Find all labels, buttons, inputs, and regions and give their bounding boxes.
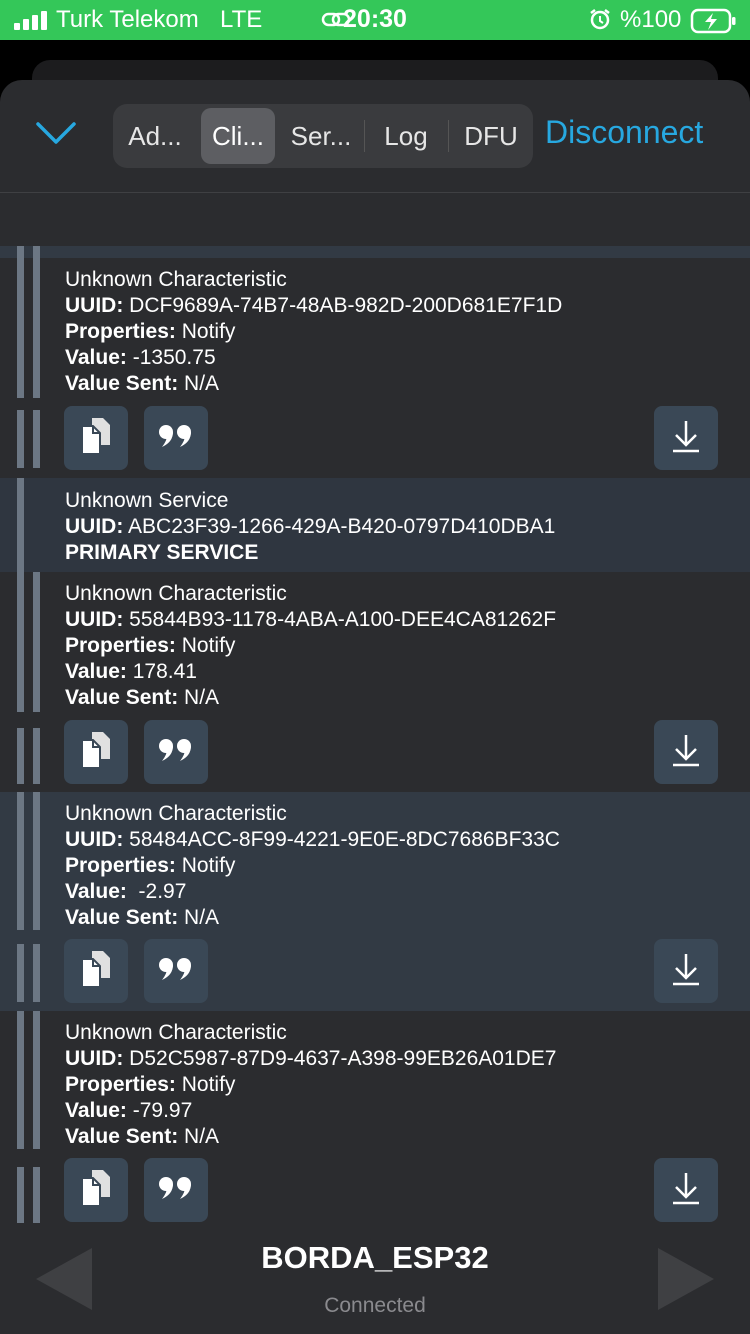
characteristic-item[interactable]: Unknown Characteristic UUID: DCF9689A-74… xyxy=(0,258,750,478)
characteristic-title: Unknown Characteristic xyxy=(65,582,287,605)
indent-bar xyxy=(17,572,24,712)
battery-percent: %100 xyxy=(620,6,682,33)
download-icon xyxy=(671,733,701,772)
uuid-line: UUID: D52C5987-87D9-4637-A398-99EB26A01D… xyxy=(65,1047,557,1070)
characteristic-item[interactable]: Unknown Characteristic UUID: 55844B93-11… xyxy=(0,572,750,792)
value-line: Value: -1350.75 xyxy=(65,346,216,369)
quote-icon xyxy=(158,957,194,986)
characteristic-title: Unknown Characteristic xyxy=(65,268,287,291)
indent-bar xyxy=(17,246,24,258)
indent-bar xyxy=(33,944,40,1002)
copy-button[interactable] xyxy=(64,720,128,784)
indent-bar xyxy=(33,410,40,468)
quote-icon xyxy=(158,738,194,767)
tab-server[interactable]: Ser... xyxy=(279,104,363,168)
tab-log[interactable]: Log xyxy=(365,104,447,168)
indent-bar xyxy=(33,258,40,398)
download-icon xyxy=(671,952,701,991)
indent-bar xyxy=(17,410,24,468)
copy-icon xyxy=(78,1168,114,1213)
read-button[interactable] xyxy=(654,406,718,470)
indent-bar xyxy=(33,572,40,712)
quote-button[interactable] xyxy=(144,939,208,1003)
copy-button[interactable] xyxy=(64,406,128,470)
characteristic-title: Unknown Characteristic xyxy=(65,802,287,825)
tab-advertisement[interactable]: Ad... xyxy=(113,104,197,168)
uuid-line: UUID: ABC23F39-1266-429A-B420-0797D410DB… xyxy=(65,515,556,538)
disconnect-button[interactable]: Disconnect xyxy=(545,114,703,151)
battery-charging-icon xyxy=(690,8,738,39)
characteristic-item[interactable]: Unknown Characteristic UUID: D52C5987-87… xyxy=(0,1011,750,1230)
service-type: PRIMARY SERVICE xyxy=(65,541,259,564)
download-icon xyxy=(671,419,701,458)
read-button[interactable] xyxy=(654,1158,718,1222)
read-button[interactable] xyxy=(654,939,718,1003)
attribute-list[interactable]: Unknown Characteristic UUID: DCF9689A-74… xyxy=(0,246,750,1230)
service-item[interactable]: Unknown Service UUID: ABC23F39-1266-429A… xyxy=(0,478,750,572)
properties-line: Properties: Notify xyxy=(65,854,236,877)
tab-client[interactable]: Cli... xyxy=(201,108,275,164)
indent-bar xyxy=(17,728,24,784)
indent-bar xyxy=(33,1167,40,1223)
value-line: Value: -79.97 xyxy=(65,1099,193,1122)
indent-bar xyxy=(33,792,40,930)
quote-button[interactable] xyxy=(144,720,208,784)
indent-bar xyxy=(17,1167,24,1223)
segmented-control: Ad... Cli... Ser... Log DFU xyxy=(113,104,533,168)
device-footer: BORDA_ESP32 Connected xyxy=(0,1230,750,1334)
value-sent-line: Value Sent: N/A xyxy=(65,372,220,395)
quote-button[interactable] xyxy=(144,1158,208,1222)
header-divider xyxy=(0,192,750,193)
properties-line: Properties: Notify xyxy=(65,1073,236,1096)
indent-bar xyxy=(17,478,24,572)
properties-line: Properties: Notify xyxy=(65,320,236,343)
next-arrow-icon[interactable] xyxy=(656,1246,716,1317)
quote-button[interactable] xyxy=(144,406,208,470)
copy-icon xyxy=(78,730,114,775)
read-button[interactable] xyxy=(654,720,718,784)
tab-dfu[interactable]: DFU xyxy=(449,104,533,168)
chevron-down-icon[interactable] xyxy=(34,118,78,150)
indent-bar xyxy=(33,728,40,784)
uuid-line: UUID: 58484ACC-8F99-4221-9E0E-8DC7686BF3… xyxy=(65,828,560,851)
alarm-icon xyxy=(588,7,612,36)
copy-icon xyxy=(78,949,114,994)
indent-bar xyxy=(17,1011,24,1149)
value-sent-line: Value Sent: N/A xyxy=(65,1125,220,1148)
indent-bar xyxy=(33,1011,40,1149)
indent-bar xyxy=(33,246,40,258)
uuid-line: UUID: DCF9689A-74B7-48AB-982D-200D681E7F… xyxy=(65,294,563,317)
service-title: Unknown Service xyxy=(65,489,229,512)
copy-button[interactable] xyxy=(64,1158,128,1222)
value-line: Value: 178.41 xyxy=(65,660,197,683)
properties-line: Properties: Notify xyxy=(65,634,236,657)
list-item xyxy=(0,246,750,258)
value-line: Value: -2.97 xyxy=(65,880,187,903)
characteristic-item[interactable]: Unknown Characteristic UUID: 58484ACC-8F… xyxy=(0,792,750,1011)
characteristic-title: Unknown Characteristic xyxy=(65,1021,287,1044)
status-bar: Turk Telekom LTE 20:30 %100 xyxy=(0,0,750,40)
copy-icon xyxy=(78,416,114,461)
quote-icon xyxy=(158,1176,194,1205)
value-sent-line: Value Sent: N/A xyxy=(65,686,220,709)
connection-state: Connected xyxy=(324,1294,426,1317)
download-icon xyxy=(671,1171,701,1210)
device-name: BORDA_ESP32 xyxy=(261,1240,489,1275)
quote-icon xyxy=(158,424,194,453)
value-sent-line: Value Sent: N/A xyxy=(65,906,220,929)
uuid-line: UUID: 55844B93-1178-4ABA-A100-DEE4CA8126… xyxy=(65,608,557,631)
indent-bar xyxy=(17,792,24,930)
copy-button[interactable] xyxy=(64,939,128,1003)
indent-bar xyxy=(17,258,24,398)
indent-bar xyxy=(17,944,24,1002)
